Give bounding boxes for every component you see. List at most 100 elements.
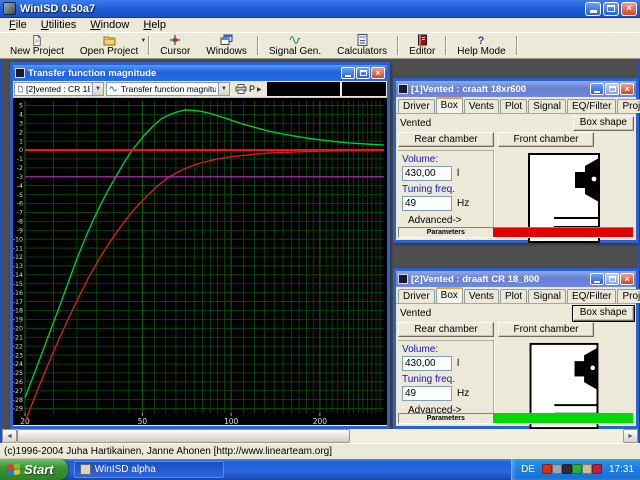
- svg-text:-13: -13: [13, 263, 23, 270]
- toolbar-open-project[interactable]: Open Project ▼: [72, 34, 146, 57]
- tuning-freq-unit: Hz: [457, 388, 470, 399]
- tab-box[interactable]: Box: [435, 97, 463, 113]
- tab-eq-filter[interactable]: EQ/Filter: [566, 99, 617, 113]
- app-icon: [3, 2, 16, 15]
- cursor-readout-panel-2: [342, 82, 386, 96]
- sync-icon[interactable]: [571, 463, 582, 474]
- plot-close-button[interactable]: ×: [371, 67, 385, 79]
- tab-box[interactable]: Box: [435, 287, 463, 303]
- parameters-progress-bar: [492, 228, 633, 237]
- menu-item-help[interactable]: Help: [136, 18, 173, 33]
- mdi-workspace: Transfer function magnitude × [2]vented …: [0, 59, 640, 443]
- rear-chamber-button[interactable]: Rear chamber: [398, 132, 494, 147]
- tuning-freq-input[interactable]: [402, 386, 452, 401]
- svg-text:-25: -25: [13, 370, 23, 377]
- svg-text:200: 200: [313, 417, 328, 425]
- tuning-freq-input[interactable]: [402, 196, 452, 211]
- transfer-function-plot[interactable]: 5 43 2 1 0 -1 -2 -3 -4 -5 -6 -7 -8-9 -10 -11 -12 -13 -14 -…: [13, 98, 387, 425]
- tab-driver[interactable]: Driver: [398, 99, 435, 113]
- graph-type-combo[interactable]: Transfer function magnitude ▼: [106, 82, 230, 96]
- project2-close-button[interactable]: ×: [620, 273, 634, 285]
- tab-project[interactable]: Project: [617, 99, 640, 113]
- tab-project[interactable]: Project: [617, 289, 640, 303]
- antivirus-icon[interactable]: [541, 463, 552, 474]
- tab-signal[interactable]: Signal: [528, 289, 566, 303]
- front-chamber-button[interactable]: Front chamber: [498, 132, 594, 147]
- project1-title-bar[interactable]: [1]Vented : craaft 18xr600 ×: [396, 81, 636, 97]
- mouse-icon[interactable]: [581, 463, 592, 474]
- svg-text:-12: -12: [13, 254, 23, 261]
- chevron-down-icon[interactable]: ▼: [92, 83, 103, 95]
- scrollbar-track[interactable]: [17, 429, 623, 443]
- project1-minimize-button[interactable]: [590, 83, 604, 95]
- taskbar-item-winisd[interactable]: WinISD alpha: [73, 461, 224, 478]
- svg-text:3: 3: [19, 120, 23, 127]
- project1-tab-bar: DriverBoxVentsPlotSignalEQ/FilterProject: [396, 97, 640, 114]
- project2-maximize-button[interactable]: [605, 273, 619, 285]
- menu-item-utilities[interactable]: Utilities: [34, 18, 83, 33]
- main-toolbar: New Project Open Project ▼ Cursor Windows Sig…: [0, 33, 640, 59]
- box-shape-button[interactable]: Box shape: [572, 115, 634, 131]
- volume-input[interactable]: [402, 166, 452, 181]
- tab-driver[interactable]: Driver: [398, 289, 435, 303]
- toolbar-separator: [148, 36, 151, 55]
- new-project-icon: [31, 34, 43, 46]
- svg-text:4: 4: [19, 112, 23, 119]
- chevron-down-icon[interactable]: ▼: [218, 83, 229, 95]
- network-icon[interactable]: [551, 463, 562, 474]
- start-button[interactable]: Start: [0, 459, 68, 480]
- toolbar-calculators[interactable]: Calculators: [329, 34, 395, 57]
- toolbar-windows[interactable]: Windows: [198, 34, 255, 57]
- volume-label: Volume:: [402, 154, 439, 165]
- toolbar-help-mode[interactable]: ? Help Mode: [449, 34, 513, 57]
- project-selector-combo[interactable]: [2]vented : CR 18/800 ▼: [14, 82, 104, 96]
- svg-text:2: 2: [19, 129, 23, 136]
- minimize-button[interactable]: [585, 1, 601, 16]
- plot-restore-button[interactable]: [356, 67, 370, 79]
- tab-eq-filter[interactable]: EQ/Filter: [566, 289, 617, 303]
- svg-text:-3: -3: [17, 174, 23, 181]
- scroll-left-button[interactable]: ◄: [2, 429, 17, 443]
- toolbar-editor[interactable]: Editor: [401, 34, 443, 57]
- box-shape-button[interactable]: Box shape: [571, 304, 636, 322]
- scroll-right-button[interactable]: ►: [623, 429, 638, 443]
- toolbar-cursor[interactable]: Cursor: [152, 34, 198, 57]
- taskbar-clock: 17:31: [608, 464, 634, 475]
- dropdown-arrow-icon[interactable]: ▼: [140, 38, 146, 44]
- language-indicator[interactable]: DE: [521, 464, 535, 475]
- display-icon[interactable]: [561, 463, 572, 474]
- project2-title-bar[interactable]: [2]Vented : draaft CR 18_800 ×: [396, 271, 636, 287]
- tab-signal[interactable]: Signal: [528, 99, 566, 113]
- restore-button[interactable]: [603, 1, 619, 16]
- svg-text:50: 50: [138, 417, 148, 425]
- toolbar-separator: [515, 36, 518, 55]
- project2-minimize-button[interactable]: [590, 273, 604, 285]
- workspace-horizontal-scrollbar[interactable]: ◄ ►: [2, 429, 638, 443]
- tab-vents[interactable]: Vents: [463, 289, 499, 303]
- toolbar-new-project[interactable]: New Project: [2, 34, 72, 57]
- cursor-readout-panel-1: [266, 82, 340, 96]
- rear-chamber-button[interactable]: Rear chamber: [398, 322, 494, 337]
- tab-vents[interactable]: Vents: [463, 99, 499, 113]
- scrollbar-thumb[interactable]: [17, 429, 351, 443]
- svg-text:-11: -11: [13, 245, 23, 252]
- print-button[interactable]: P ▶: [232, 82, 265, 96]
- tab-plot[interactable]: Plot: [499, 99, 528, 113]
- close-button[interactable]: ×: [621, 1, 637, 16]
- parameters-label: Parameters: [426, 415, 465, 422]
- main-title-bar[interactable]: WinISD 0.50a7 ×: [0, 0, 640, 18]
- front-chamber-button[interactable]: Front chamber: [498, 322, 594, 337]
- menu-item-file[interactable]: File: [2, 18, 34, 33]
- project1-maximize-button[interactable]: [605, 83, 619, 95]
- security-icon[interactable]: [591, 463, 602, 474]
- volume-input[interactable]: [402, 356, 452, 371]
- svg-text:-8: -8: [17, 219, 23, 226]
- menu-item-window[interactable]: Window: [83, 18, 136, 33]
- tab-plot[interactable]: Plot: [499, 289, 528, 303]
- project1-close-button[interactable]: ×: [620, 83, 634, 95]
- plot-window-title-bar[interactable]: Transfer function magnitude ×: [13, 65, 387, 81]
- transfer-function-window: Transfer function magnitude × [2]vented …: [10, 62, 390, 429]
- toolbar-signal-gen[interactable]: Signal Gen.: [261, 34, 329, 57]
- project2-tab-bar: DriverBoxVentsPlotSignalEQ/FilterProject: [396, 287, 640, 304]
- plot-minimize-button[interactable]: [341, 67, 355, 79]
